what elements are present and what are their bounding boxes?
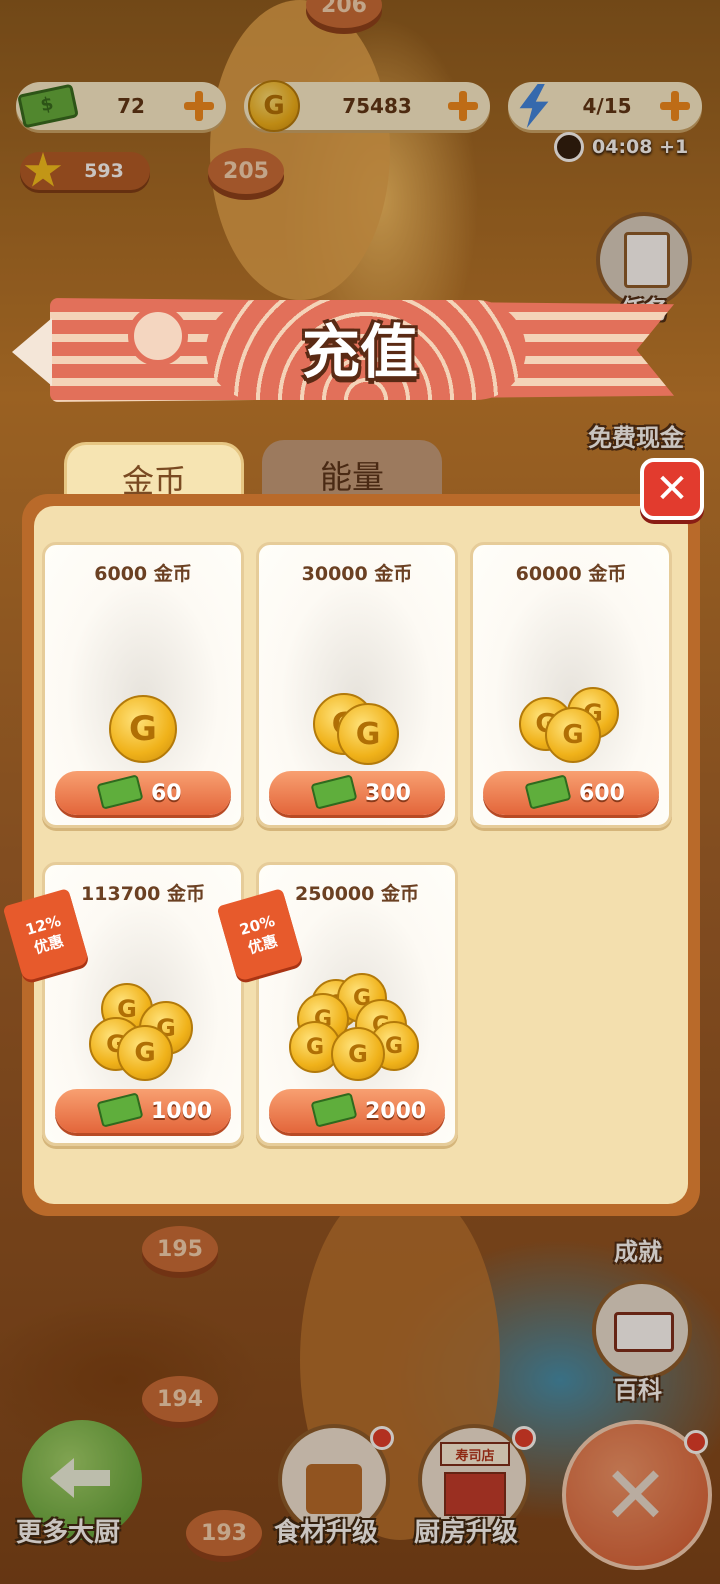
cash-icon xyxy=(524,774,572,810)
cash-icon xyxy=(96,1092,144,1128)
buy-button[interactable]: 60 xyxy=(55,771,231,815)
price: 1000 xyxy=(151,1098,213,1124)
price: 300 xyxy=(365,780,411,806)
close-icon: ✕ xyxy=(655,466,689,512)
product-card[interactable]: 6000 金币 G 60 xyxy=(42,542,244,828)
cash-icon xyxy=(310,774,358,810)
price: 600 xyxy=(579,780,625,806)
coin-stack-icon: G xyxy=(545,707,601,763)
cash-icon xyxy=(96,774,144,810)
dialog-title: 充值 xyxy=(301,318,418,386)
product-title: 30000 金币 xyxy=(301,563,413,585)
coin-stack-icon: G xyxy=(109,695,177,763)
product-title: 6000 金币 xyxy=(94,563,192,585)
coin-stack-icon: G xyxy=(117,1025,173,1081)
buy-button[interactable]: 300 xyxy=(269,771,445,815)
close-button[interactable]: ✕ xyxy=(640,458,704,520)
coin-stack-icon: G xyxy=(331,1027,385,1081)
banner-tip xyxy=(12,318,52,386)
buy-button[interactable]: 1000 xyxy=(55,1089,231,1133)
buy-button[interactable]: 2000 xyxy=(269,1089,445,1133)
koi-eye-icon xyxy=(128,306,188,366)
product-title: 113700 金币 xyxy=(81,883,205,905)
product-title: 60000 金币 xyxy=(515,563,627,585)
price: 2000 xyxy=(365,1098,427,1124)
buy-button[interactable]: 600 xyxy=(483,771,659,815)
cash-icon xyxy=(310,1092,358,1128)
price: 60 xyxy=(151,780,182,806)
product-card[interactable]: 60000 金币 G G G 600 xyxy=(470,542,672,828)
product-title: 250000 金币 xyxy=(295,883,419,905)
coin-stack-icon: G xyxy=(337,703,399,765)
product-card[interactable]: 30000 金币 G G 300 xyxy=(256,542,458,828)
